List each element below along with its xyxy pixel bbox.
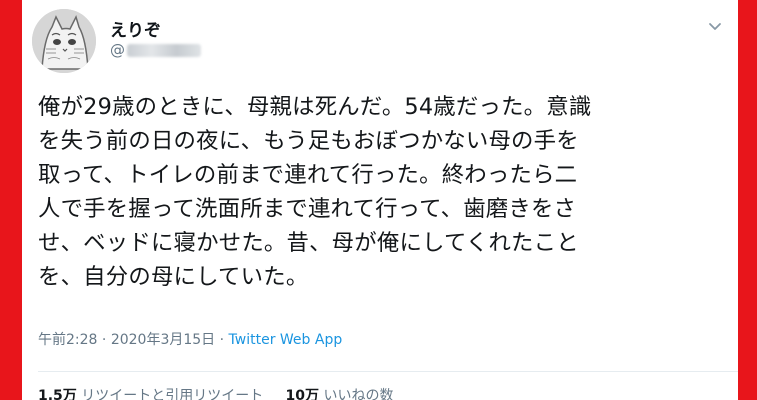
tweet-text-line: を失う前の日の夜に、もう足もおぼつかない母の手を: [38, 128, 579, 154]
tweet-text-line: を、自分の母にしていた。: [38, 264, 309, 290]
avatar[interactable]: [32, 9, 96, 73]
tweet-date[interactable]: 2020年3月15日: [111, 332, 215, 348]
tweet-time[interactable]: 午前2:28: [38, 332, 97, 348]
meta-separator: ·: [219, 332, 225, 348]
tweet-text-line: 俺が29歳のときに、母親は死んだ。54歳だった。意識: [38, 94, 592, 120]
handle-prefix: @: [110, 41, 125, 59]
divider: [38, 371, 738, 372]
source-app-link[interactable]: Twitter Web App: [229, 332, 343, 348]
retweets-stat[interactable]: 1.5万 リツイートと引用リツイート: [38, 388, 263, 400]
meta-separator: ·: [101, 332, 107, 348]
tweet-meta: 午前2:28 · 2020年3月15日 · Twitter Web App: [38, 329, 342, 349]
chevron-down-icon: [709, 23, 721, 30]
blurred-handle: [127, 43, 201, 57]
tweet-stats: 1.5万 リツイートと引用リツイート 10万 いいねの数: [38, 385, 393, 400]
tweet-text-line: せ、ベッドに寝かせた。昔、母が俺にしてくれたこと: [38, 230, 579, 256]
cat-avatar-icon: [32, 9, 96, 73]
retweets-label: リツイートと引用リツイート: [81, 388, 264, 400]
likes-stat[interactable]: 10万 いいねの数: [286, 388, 394, 400]
likes-label: いいねの数: [323, 388, 394, 400]
more-options-button[interactable]: [706, 17, 724, 35]
tweet-text-line: 人で手を握って洗面所まで連れて行って、歯磨きをさ: [38, 196, 577, 222]
tweet-text: 俺が29歳のときに、母親は死んだ。54歳だった。意識 を失う前の日の夜に、もう足…: [38, 90, 732, 294]
tweet-card: えりぞ @ 俺が29歳のときに、母親は死んだ。54歳だった。意識 を失う前の日の…: [22, 0, 738, 400]
user-handle[interactable]: @: [110, 41, 201, 59]
retweets-count: 1.5万: [38, 388, 77, 400]
tweet-text-line: 取って、トイレの前まで連れて行った。終わったら二: [38, 162, 578, 188]
display-name[interactable]: えりぞ: [110, 16, 161, 41]
likes-count: 10万: [285, 388, 320, 400]
